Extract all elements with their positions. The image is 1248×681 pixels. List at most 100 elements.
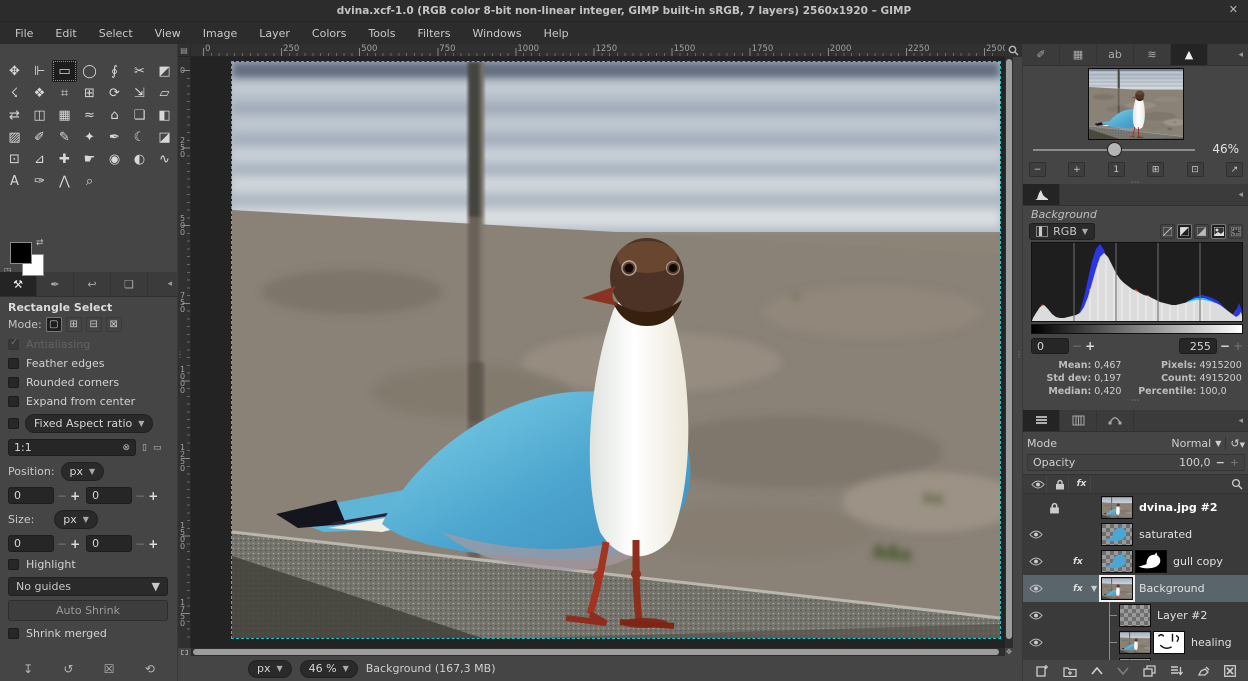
group-expander-icon[interactable]: ▼: [1091, 584, 1097, 593]
tool-gradient[interactable]: ▨: [2, 126, 27, 148]
layer-mode-dropdown[interactable]: Normal: [1171, 437, 1211, 450]
minus-icon[interactable]: −: [57, 537, 67, 551]
anchor-layer-button[interactable]: [1197, 665, 1210, 677]
tool-move[interactable]: ✥: [2, 60, 27, 82]
navigation-preview-button[interactable]: ✥: [1005, 648, 1013, 656]
zoom-1-1-button[interactable]: 1: [1108, 162, 1125, 177]
shrink-merged-checkbox[interactable]: Shrink merged: [8, 627, 170, 640]
layer-thumbnail[interactable]: [1101, 550, 1133, 573]
quick-mask-toggle[interactable]: [178, 648, 191, 656]
new-layer-group-button[interactable]: [1063, 665, 1077, 677]
layer-row-healing[interactable]: healing: [1023, 629, 1248, 656]
menu-item-edit[interactable]: Edit: [44, 25, 87, 42]
status-zoom-dropdown[interactable]: 46 %▼: [300, 660, 358, 678]
tool-heal[interactable]: ✚: [52, 148, 77, 170]
landscape-icon[interactable]: ▭: [153, 443, 162, 453]
tool-rectangle-select[interactable]: ▭: [52, 60, 77, 82]
zoom-in-button[interactable]: +: [1068, 162, 1085, 177]
portrait-icon[interactable]: ▯: [142, 443, 147, 453]
layer-row-layer-2[interactable]: Layer #2: [1023, 602, 1248, 629]
layer-visibility-toggle[interactable]: [1023, 638, 1049, 647]
antialiasing-checkbox[interactable]: Antialiasing: [8, 338, 170, 351]
menu-item-file[interactable]: File: [4, 25, 44, 42]
position-y-input[interactable]: 0: [86, 487, 132, 504]
position-x-input[interactable]: 0: [8, 487, 54, 504]
menu-item-select[interactable]: Select: [88, 25, 144, 42]
swap-colors-icon[interactable]: ⇄: [36, 238, 44, 248]
raise-layer-button[interactable]: [1091, 667, 1103, 675]
duplicate-layer-button[interactable]: [1143, 665, 1156, 677]
feather-edges-checkbox[interactable]: Feather edges: [8, 357, 170, 370]
plus-icon[interactable]: +: [148, 489, 158, 503]
layer-row-saturated[interactable]: saturated: [1023, 521, 1248, 548]
plus-icon[interactable]: +: [70, 537, 80, 551]
tab-patterns[interactable]: ▦: [1060, 44, 1097, 65]
tool-crop[interactable]: ⌗: [52, 82, 77, 104]
horizontal-ruler[interactable]: 02505007501000125015001750200022502500: [191, 44, 1013, 57]
tab-paths[interactable]: [1097, 410, 1134, 431]
rounded-corners-checkbox[interactable]: Rounded corners: [8, 376, 170, 389]
foreground-color-swatch[interactable]: [10, 242, 32, 264]
menu-item-view[interactable]: View: [144, 25, 192, 42]
tool-cage-transform[interactable]: ⌂: [102, 104, 127, 126]
highlight-checkbox[interactable]: Highlight: [8, 558, 170, 571]
plus-icon[interactable]: +: [148, 537, 158, 551]
lock-pixels-icon[interactable]: [1051, 476, 1069, 492]
tool-scissors-select[interactable]: ✂: [127, 60, 152, 82]
navigation-thumbnail[interactable]: [1088, 68, 1184, 140]
layer-mask-thumbnail[interactable]: [1135, 550, 1167, 573]
layer-thumbnail[interactable]: [1101, 523, 1133, 546]
tool-text[interactable]: A: [2, 170, 27, 192]
histogram-chart[interactable]: [1031, 242, 1243, 322]
mode-intersect-button[interactable]: ⊠: [106, 317, 122, 332]
fixed-aspect-checkbox[interactable]: [8, 418, 19, 429]
tab-fonts[interactable]: ab: [1097, 44, 1134, 65]
panel-drag-handle[interactable]: ⋮: [1015, 352, 1018, 374]
tab-layers[interactable]: [1023, 410, 1060, 431]
tab-menu-icon[interactable]: ◂: [1238, 410, 1248, 431]
tool-paths[interactable]: ∿: [152, 148, 177, 170]
expand-from-center-checkbox[interactable]: Expand from center: [8, 395, 170, 408]
channel-dropdown[interactable]: ▌ RGB ▼: [1029, 223, 1095, 240]
shrink-wrap-button[interactable]: ↗: [1226, 162, 1243, 177]
tool-eraser[interactable]: ◪: [152, 126, 177, 148]
scrollbar-thumb[interactable]: [1006, 59, 1012, 639]
layer-effects-badge[interactable]: fx: [1073, 584, 1083, 594]
layer-visibility-toggle[interactable]: [1023, 557, 1049, 566]
tool-warp[interactable]: ≈: [77, 104, 102, 126]
minus-icon[interactable]: −: [135, 537, 145, 551]
tool-measure[interactable]: ⋀: [52, 170, 77, 192]
tool-rotate[interactable]: ⟳: [102, 82, 127, 104]
layer-mask-thumbnail[interactable]: [1153, 631, 1185, 654]
tool-ink[interactable]: ✒: [102, 126, 127, 148]
plus-icon[interactable]: +: [1085, 339, 1095, 353]
size-height-input[interactable]: 0: [86, 535, 132, 552]
section-grip[interactable]: ⋯: [1023, 396, 1248, 406]
layer-thumbnail[interactable]: [1119, 631, 1151, 654]
minus-icon[interactable]: −: [1072, 339, 1082, 353]
tool-foreground-select[interactable]: ◩: [152, 60, 177, 82]
clear-input-icon[interactable]: ⊗: [122, 443, 130, 453]
menu-item-windows[interactable]: Windows: [461, 25, 532, 42]
mode-replace-button[interactable]: ▢: [46, 317, 62, 332]
size-unit-dropdown[interactable]: px▼: [54, 510, 98, 529]
tool-airbrush[interactable]: ✦: [77, 126, 102, 148]
tab-undo-history[interactable]: ↩: [74, 272, 111, 296]
menu-item-image[interactable]: Image: [192, 25, 248, 42]
tab-menu-icon[interactable]: ◂: [167, 272, 178, 296]
zoom-fit-image-button[interactable]: ⊞: [1147, 162, 1164, 177]
plus-icon[interactable]: +: [1233, 339, 1243, 353]
zoom-fit-window-button[interactable]: ⊡: [1187, 162, 1204, 177]
menu-item-tools[interactable]: Tools: [357, 25, 406, 42]
layer-row-dvina-jpg-2[interactable]: dvina.jpg #2: [1023, 494, 1248, 521]
menu-item-layer[interactable]: Layer: [248, 25, 301, 42]
tool-zoom[interactable]: ⌕: [77, 170, 102, 192]
zoom-slider-handle[interactable]: [1107, 142, 1122, 157]
mode-add-button[interactable]: ⊞: [66, 317, 82, 332]
tab-brushes[interactable]: ✐: [1023, 44, 1060, 65]
tool-shear[interactable]: ▱: [152, 82, 177, 104]
menu-item-colors[interactable]: Colors: [301, 25, 357, 42]
tool-perspective-clone[interactable]: ⊿: [27, 148, 52, 170]
tool-paintbrush[interactable]: ✐: [27, 126, 52, 148]
histogram-sample-icon[interactable]: [1211, 224, 1226, 239]
